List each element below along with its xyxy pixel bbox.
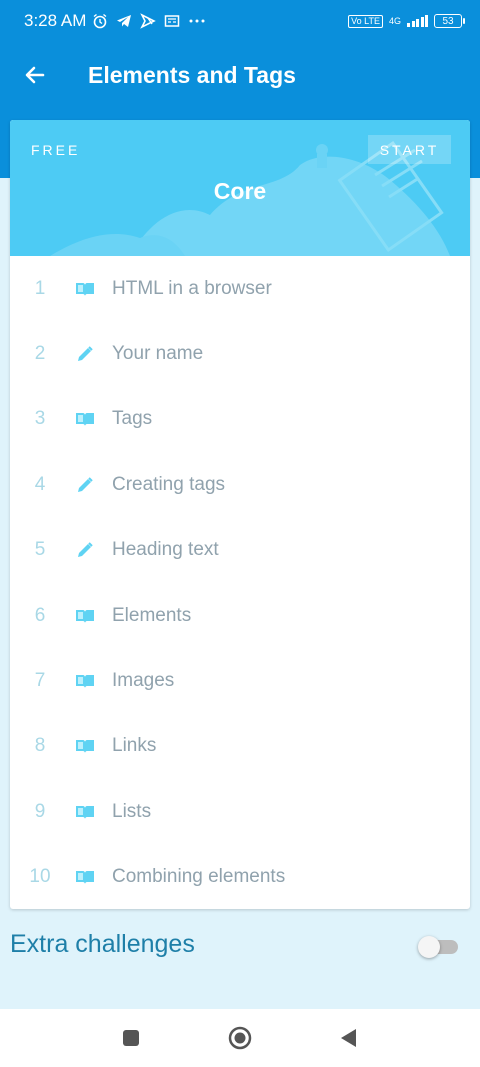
recents-button[interactable] — [119, 1026, 143, 1050]
book-icon — [76, 675, 94, 689]
lesson-item-4[interactable]: 4 Creating tags — [10, 452, 470, 517]
book-icon — [76, 871, 94, 885]
book-icon — [76, 740, 94, 754]
system-nav-bar — [0, 1009, 480, 1067]
home-button[interactable] — [228, 1026, 252, 1050]
lesson-item-6[interactable]: 6 Elements — [10, 583, 470, 648]
toggle-thumb — [418, 936, 440, 958]
lesson-number: 2 — [34, 343, 46, 365]
lesson-label: Tags — [112, 408, 153, 430]
alarm-icon — [93, 13, 107, 29]
lesson-number: 7 — [34, 670, 46, 692]
lesson-label: HTML in a browser — [112, 277, 272, 299]
more-icon — [189, 19, 205, 23]
lesson-number: 6 — [34, 604, 46, 626]
free-tag: FREE — [31, 142, 81, 158]
status-bar: 3:28 AM Vo LTE 4G 53 — [0, 0, 480, 42]
arrow-left-icon — [25, 66, 45, 84]
course-card: FREE START Core 1 HTML in a browser 2 Yo… — [10, 120, 470, 909]
battery-level: 53 — [442, 15, 454, 27]
lesson-label: Images — [112, 670, 175, 692]
home-circle-icon — [228, 1026, 252, 1050]
lesson-item-9[interactable]: 9 Lists — [10, 779, 470, 844]
lesson-number: 3 — [34, 408, 46, 430]
back-button[interactable] — [20, 60, 50, 90]
lesson-item-10[interactable]: 10 Combining elements — [10, 845, 470, 909]
lesson-number: 5 — [34, 539, 46, 561]
lesson-item-5[interactable]: 5 Heading text — [10, 518, 470, 583]
book-icon — [76, 413, 94, 427]
extra-challenges-toggle[interactable] — [418, 936, 458, 958]
telegram-x-icon — [140, 13, 157, 29]
lesson-item-2[interactable]: 2 Your name — [10, 321, 470, 386]
lesson-label: Your name — [112, 343, 204, 365]
status-system-icons: Vo LTE 4G 53 — [348, 14, 465, 28]
status-notification-icons — [92, 13, 206, 29]
book-icon — [76, 609, 94, 623]
network-type: 4G — [388, 16, 401, 26]
lesson-number: 10 — [29, 866, 51, 888]
lesson-label: Heading text — [112, 539, 219, 561]
lesson-number: 1 — [34, 277, 46, 299]
lesson-label: Links — [112, 735, 157, 757]
lesson-item-3[interactable]: 3 Tags — [10, 387, 470, 452]
status-time: 3:28 AM — [24, 11, 87, 30]
lesson-item-8[interactable]: 8 Links — [10, 714, 470, 779]
lesson-label: Lists — [112, 800, 152, 822]
volte-badge: Vo LTE — [348, 14, 383, 28]
lesson-number: 9 — [34, 800, 46, 822]
lesson-item-1[interactable]: 1 HTML in a browser — [10, 256, 470, 321]
pencil-icon — [78, 542, 93, 558]
course-title: Core — [213, 178, 267, 204]
lesson-number: 4 — [34, 473, 46, 495]
pencil-icon — [78, 346, 93, 362]
book-icon — [76, 805, 94, 819]
book-icon — [76, 282, 94, 296]
extra-challenges-label: Extra challenges — [10, 930, 195, 958]
telegram-icon — [117, 15, 132, 27]
news-icon — [165, 15, 180, 27]
lesson-list: 1 HTML in a browser 2 Your name 3 Tags 4… — [10, 256, 470, 909]
lesson-label: Creating tags — [112, 473, 226, 495]
start-button[interactable]: START — [368, 135, 451, 164]
lesson-item-7[interactable]: 7 Images — [10, 648, 470, 713]
lesson-number: 8 — [34, 735, 46, 757]
recents-square-icon — [123, 1030, 139, 1046]
pencil-icon — [78, 477, 93, 492]
signal-icon — [407, 15, 428, 27]
page-title: Elements and Tags — [88, 62, 296, 88]
back-nav-button[interactable] — [336, 1026, 360, 1050]
lesson-label: Combining elements — [112, 866, 286, 888]
lesson-label: Elements — [112, 604, 192, 626]
battery-icon: 53 — [434, 14, 465, 28]
course-banner: FREE START Core — [10, 120, 470, 256]
back-triangle-icon — [341, 1029, 356, 1047]
